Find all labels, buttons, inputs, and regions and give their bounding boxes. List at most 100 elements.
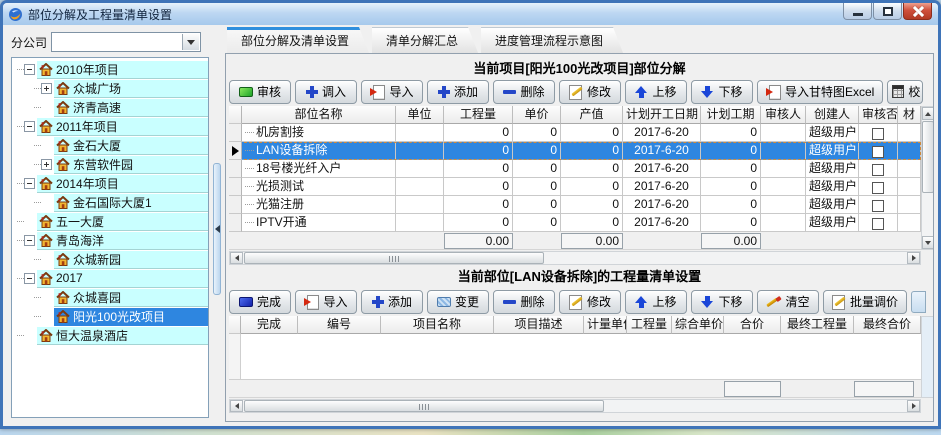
table-row[interactable]: 18号楼光纤入户0002017-6-200超级用户 <box>229 160 921 178</box>
horizontal-scroll-thumb[interactable] <box>244 252 544 264</box>
column-header-3[interactable]: 单价 <box>513 106 561 124</box>
column-header-1[interactable]: 单位 <box>396 106 444 124</box>
scroll-up-button[interactable] <box>922 107 934 120</box>
batch-price-button[interactable]: 批量调价 <box>823 290 907 314</box>
close-button[interactable] <box>903 3 932 20</box>
parts-table-vertical-scrollbar[interactable] <box>921 106 934 250</box>
add-button[interactable]: 添加 <box>361 290 423 314</box>
column-header-9[interactable]: 最终合价 <box>854 316 921 334</box>
tab-1[interactable]: 清单分解汇总 <box>372 27 478 53</box>
branch-dropdown-button[interactable] <box>182 34 199 50</box>
scroll-right-button[interactable] <box>907 252 920 264</box>
expand-plus-icon[interactable] <box>41 83 52 94</box>
audit-checkbox[interactable] <box>872 146 884 158</box>
row-selector-cell[interactable] <box>229 214 242 232</box>
import-gantt-excel-button[interactable]: 导入甘特图Excel <box>757 80 883 104</box>
clipped-edge-button[interactable] <box>911 291 926 313</box>
parts-table-horizontal-scrollbar[interactable] <box>229 251 921 265</box>
scroll-left-button[interactable] <box>230 252 243 264</box>
collapse-minus-icon[interactable] <box>24 273 35 284</box>
project-tree[interactable]: 2010年项目众城广场济青高速2011年项目金石大厦东营软件园2014年项目金石… <box>11 57 209 418</box>
tree-item[interactable]: 众城喜园 <box>12 288 208 307</box>
tree-item[interactable]: 五一大厦 <box>12 212 208 231</box>
column-header-0[interactable]: 完成 <box>241 316 298 334</box>
row-selector-cell[interactable] <box>229 196 242 214</box>
table-row[interactable]: IPTV开通0002017-6-200超级用户 <box>229 214 921 232</box>
clear-button[interactable]: 清空 <box>757 290 819 314</box>
column-header-7[interactable]: 审核人 <box>761 106 806 124</box>
tree-item[interactable]: 阳光100光改项目 <box>12 307 208 326</box>
tree-item[interactable]: 恒大温泉酒店 <box>12 326 208 345</box>
title-bar[interactable]: 部位分解及工程量清单设置 <box>3 3 938 25</box>
boq-table-horizontal-scrollbar[interactable] <box>229 399 921 413</box>
tree-item[interactable]: 2010年项目 <box>12 60 208 79</box>
column-header-6[interactable]: 综合单价 <box>672 316 724 334</box>
delete-button[interactable]: 删除 <box>493 80 555 104</box>
column-header-4[interactable]: 产值 <box>561 106 623 124</box>
column-header-0[interactable]: 部位名称 <box>242 106 396 124</box>
move-down-button[interactable]: 下移 <box>691 80 753 104</box>
horizontal-scroll-thumb[interactable] <box>244 400 604 412</box>
column-header-5[interactable]: 工程量 <box>627 316 672 334</box>
tab-0[interactable]: 部位分解及清单设置 <box>227 27 369 53</box>
vertical-scroll-thumb[interactable] <box>922 121 934 193</box>
add-button[interactable]: 添加 <box>427 80 489 104</box>
move-up-button[interactable]: 上移 <box>625 80 687 104</box>
delete-button[interactable]: 删除 <box>493 290 555 314</box>
audit-button[interactable]: 审核 <box>229 80 291 104</box>
column-header-8[interactable]: 最终工程量 <box>781 316 854 334</box>
row-selector-cell[interactable] <box>229 124 242 142</box>
check-button[interactable]: 校 <box>887 80 923 104</box>
table-row[interactable]: LAN设备拆除0002017-6-200超级用户 <box>229 142 921 160</box>
column-header-2[interactable]: 项目名称 <box>381 316 494 334</box>
collapse-minus-icon[interactable] <box>24 178 35 189</box>
audit-checkbox[interactable] <box>872 200 884 212</box>
row-selector-cell[interactable] <box>229 142 242 160</box>
audit-checkbox[interactable] <box>872 218 884 230</box>
tree-item[interactable]: 众城广场 <box>12 79 208 98</box>
tab-2[interactable]: 进度管理流程示意图 <box>481 27 623 53</box>
collapse-minus-icon[interactable] <box>24 121 35 132</box>
column-header-9[interactable]: 审核否 <box>859 106 898 124</box>
boq-table-vertical-scrollbar[interactable] <box>921 316 934 398</box>
tree-item[interactable]: 众城新园 <box>12 250 208 269</box>
branch-combobox[interactable] <box>51 32 201 52</box>
collapse-minus-icon[interactable] <box>24 64 35 75</box>
row-selector-cell[interactable] <box>229 160 242 178</box>
tree-item[interactable]: 2014年项目 <box>12 174 208 193</box>
column-header-5[interactable]: 计划开工日期 <box>623 106 701 124</box>
column-header-2[interactable]: 工程量 <box>444 106 513 124</box>
scroll-down-button[interactable] <box>922 236 934 249</box>
audit-checkbox[interactable] <box>872 164 884 176</box>
minimize-button[interactable] <box>843 3 872 20</box>
expand-plus-icon[interactable] <box>41 159 52 170</box>
scroll-left-button[interactable] <box>230 400 243 412</box>
panel-splitter[interactable] <box>211 25 223 420</box>
table-row[interactable]: 机房割接0002017-6-200超级用户 <box>229 124 921 142</box>
column-header-8[interactable]: 创建人 <box>806 106 859 124</box>
import-button[interactable]: 导入 <box>361 80 423 104</box>
splitter-collapse-button[interactable] <box>213 163 221 295</box>
modify-button[interactable]: 修改 <box>559 290 621 314</box>
column-header-6[interactable]: 计划工期 <box>701 106 761 124</box>
tree-item[interactable]: 东营软件园 <box>12 155 208 174</box>
tree-item[interactable]: 济青高速 <box>12 98 208 117</box>
move-up-button[interactable]: 上移 <box>625 290 687 314</box>
table-row[interactable]: 光猫注册0002017-6-200超级用户 <box>229 196 921 214</box>
move-down-button[interactable]: 下移 <box>691 290 753 314</box>
collapse-minus-icon[interactable] <box>24 235 35 246</box>
import-button[interactable]: 导入 <box>295 290 357 314</box>
column-header-7[interactable]: 合价 <box>724 316 781 334</box>
audit-checkbox[interactable] <box>872 182 884 194</box>
column-header-1[interactable]: 编号 <box>298 316 381 334</box>
tree-item[interactable]: 2011年项目 <box>12 117 208 136</box>
scroll-right-button[interactable] <box>907 400 920 412</box>
finish-button[interactable]: 完成 <box>229 290 291 314</box>
column-header-4[interactable]: 计量单位 <box>584 316 627 334</box>
column-header-3[interactable]: 项目描述 <box>494 316 584 334</box>
tree-item[interactable]: 2017 <box>12 269 208 288</box>
table-row[interactable]: 光损测试0002017-6-200超级用户 <box>229 178 921 196</box>
pull-in-button[interactable]: 调入 <box>295 80 357 104</box>
tree-item[interactable]: 青岛海洋 <box>12 231 208 250</box>
tree-item[interactable]: 金石国际大厦1 <box>12 193 208 212</box>
